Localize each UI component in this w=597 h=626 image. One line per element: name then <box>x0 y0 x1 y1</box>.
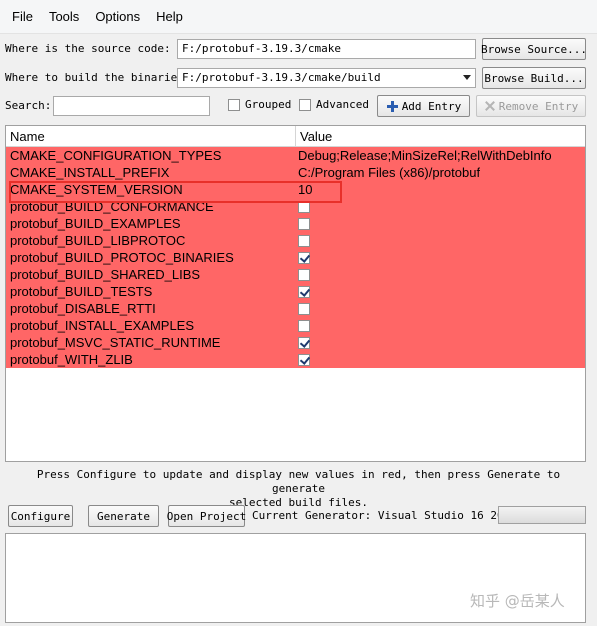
value-checkbox[interactable] <box>298 302 310 315</box>
column-header-value[interactable]: Value <box>296 126 332 146</box>
value-checkbox[interactable] <box>298 285 310 298</box>
source-label: Where is the source code: <box>5 42 171 55</box>
cell-name: protobuf_DISABLE_RTTI <box>10 301 156 316</box>
cell-name: protobuf_BUILD_TESTS <box>10 284 153 299</box>
browse-source-button[interactable]: Browse Source... <box>481 38 587 60</box>
cell-name: CMAKE_SYSTEM_VERSION <box>10 182 183 197</box>
table-row[interactable]: protobuf_BUILD_PROTOC_BINARIES <box>6 249 585 266</box>
plus-icon <box>386 100 399 113</box>
table-row[interactable]: protobuf_BUILD_TESTS <box>6 283 585 300</box>
generate-button[interactable]: Generate <box>88 505 159 527</box>
hint-text: Press Configure to update and display ne… <box>10 468 587 510</box>
cell-value-checkbox[interactable] <box>295 317 310 334</box>
table-row[interactable]: protobuf_DISABLE_RTTI <box>6 300 585 317</box>
table-row[interactable]: protobuf_WITH_ZLIB <box>6 351 585 368</box>
cell-name: protobuf_BUILD_PROTOC_BINARIES <box>10 250 234 265</box>
remove-entry-label: Remove Entry <box>498 99 579 113</box>
table-body: CMAKE_CONFIGURATION_TYPES Debug;Release;M… <box>6 147 585 368</box>
table-row[interactable]: CMAKE_SYSTEM_VERSION 10 <box>6 181 585 198</box>
value-checkbox[interactable] <box>298 268 310 281</box>
cell-name: protobuf_BUILD_LIBPROTOC <box>10 233 186 248</box>
remove-icon <box>484 100 496 112</box>
table-row[interactable]: protobuf_BUILD_LIBPROTOC <box>6 232 585 249</box>
progress-bar <box>498 506 586 524</box>
cell-name: protobuf_MSVC_STATIC_RUNTIME <box>10 335 221 350</box>
configure-button[interactable]: Configure <box>8 505 73 527</box>
cell-value[interactable]: Debug;Release;MinSizeRel;RelWithDebInfo <box>295 147 552 164</box>
grouped-checkbox[interactable]: Grouped <box>228 98 291 111</box>
cell-name: protobuf_BUILD_CONFORMANCE <box>10 199 214 214</box>
table-header: Name Value <box>6 126 585 147</box>
cell-value-checkbox[interactable] <box>295 300 310 317</box>
cell-value-checkbox[interactable] <box>295 198 310 215</box>
build-combobox[interactable]: F:/protobuf-3.19.3/cmake/build <box>177 68 476 88</box>
hint-line-1: Press Configure to update and display ne… <box>36 468 561 495</box>
table-row[interactable]: protobuf_BUILD_EXAMPLES <box>6 215 585 232</box>
advanced-checkbox-box[interactable] <box>299 98 311 111</box>
cell-value[interactable]: C:/Program Files (x86)/protobuf <box>295 164 480 181</box>
value-checkbox[interactable] <box>298 217 310 230</box>
menu-tools[interactable]: Tools <box>41 7 87 26</box>
cell-name: protobuf_BUILD_SHARED_LIBS <box>10 267 201 282</box>
cell-value-checkbox[interactable] <box>295 232 310 249</box>
add-entry-button[interactable]: Add Entry <box>377 95 470 117</box>
add-entry-label: Add Entry <box>401 99 462 113</box>
cell-value-checkbox[interactable] <box>295 266 310 283</box>
grouped-checkbox-box[interactable] <box>228 98 240 111</box>
cell-name: CMAKE_CONFIGURATION_TYPES <box>10 148 222 163</box>
grouped-label: Grouped <box>245 98 292 111</box>
value-checkbox[interactable] <box>298 251 310 264</box>
value-checkbox[interactable] <box>298 336 310 349</box>
current-generator-label: Current Generator: Visual Studio 16 2019 <box>252 509 517 522</box>
advanced-label: Advanced <box>316 98 369 111</box>
menu-bar: File Tools Options Help <box>0 0 597 34</box>
table-row[interactable]: protobuf_INSTALL_EXAMPLES <box>6 317 585 334</box>
value-checkbox[interactable] <box>298 200 310 213</box>
build-label: Where to build the binaries: <box>5 71 191 84</box>
menu-help[interactable]: Help <box>148 7 191 26</box>
menu-options[interactable]: Options <box>87 7 148 26</box>
value-checkbox[interactable] <box>298 319 310 332</box>
table-row[interactable]: CMAKE_INSTALL_PREFIX C:/Program Files (x8… <box>6 164 585 181</box>
search-label: Search: <box>5 99 52 112</box>
cell-name: protobuf_WITH_ZLIB <box>10 352 133 367</box>
cell-value-checkbox[interactable] <box>295 351 310 368</box>
table-row[interactable]: CMAKE_CONFIGURATION_TYPES Debug;Release;M… <box>6 147 585 164</box>
value-checkbox[interactable] <box>298 234 310 247</box>
search-input[interactable] <box>53 96 210 116</box>
advanced-checkbox[interactable]: Advanced <box>299 98 369 111</box>
cache-table[interactable]: Name Value CMAKE_CONFIGURATION_TYPES Debu… <box>5 125 586 462</box>
cell-value-checkbox[interactable] <box>295 215 310 232</box>
source-input[interactable]: F:/protobuf-3.19.3/cmake <box>177 39 476 59</box>
cell-name: CMAKE_INSTALL_PREFIX <box>10 165 170 180</box>
cell-name: protobuf_BUILD_EXAMPLES <box>10 216 181 231</box>
cell-value[interactable]: 10 <box>295 181 312 198</box>
cell-value-checkbox[interactable] <box>295 283 310 300</box>
table-row[interactable]: protobuf_BUILD_SHARED_LIBS <box>6 266 585 283</box>
open-project-button[interactable]: Open Project <box>167 505 246 527</box>
remove-entry-button[interactable]: Remove Entry <box>476 95 586 117</box>
cell-value-checkbox[interactable] <box>295 334 310 351</box>
column-header-name[interactable]: Name <box>6 126 296 146</box>
browse-build-button[interactable]: Browse Build... <box>482 67 586 89</box>
menu-file[interactable]: File <box>4 7 41 26</box>
table-row[interactable]: protobuf_MSVC_STATIC_RUNTIME <box>6 334 585 351</box>
build-value: F:/protobuf-3.19.3/cmake/build <box>182 71 381 84</box>
chevron-down-icon[interactable] <box>463 75 471 80</box>
value-checkbox[interactable] <box>298 353 310 366</box>
table-row[interactable]: protobuf_BUILD_CONFORMANCE <box>6 198 585 215</box>
cell-name: protobuf_INSTALL_EXAMPLES <box>10 318 195 333</box>
watermark-text: 知乎 @岳某人 <box>470 592 565 610</box>
cell-value-checkbox[interactable] <box>295 249 310 266</box>
